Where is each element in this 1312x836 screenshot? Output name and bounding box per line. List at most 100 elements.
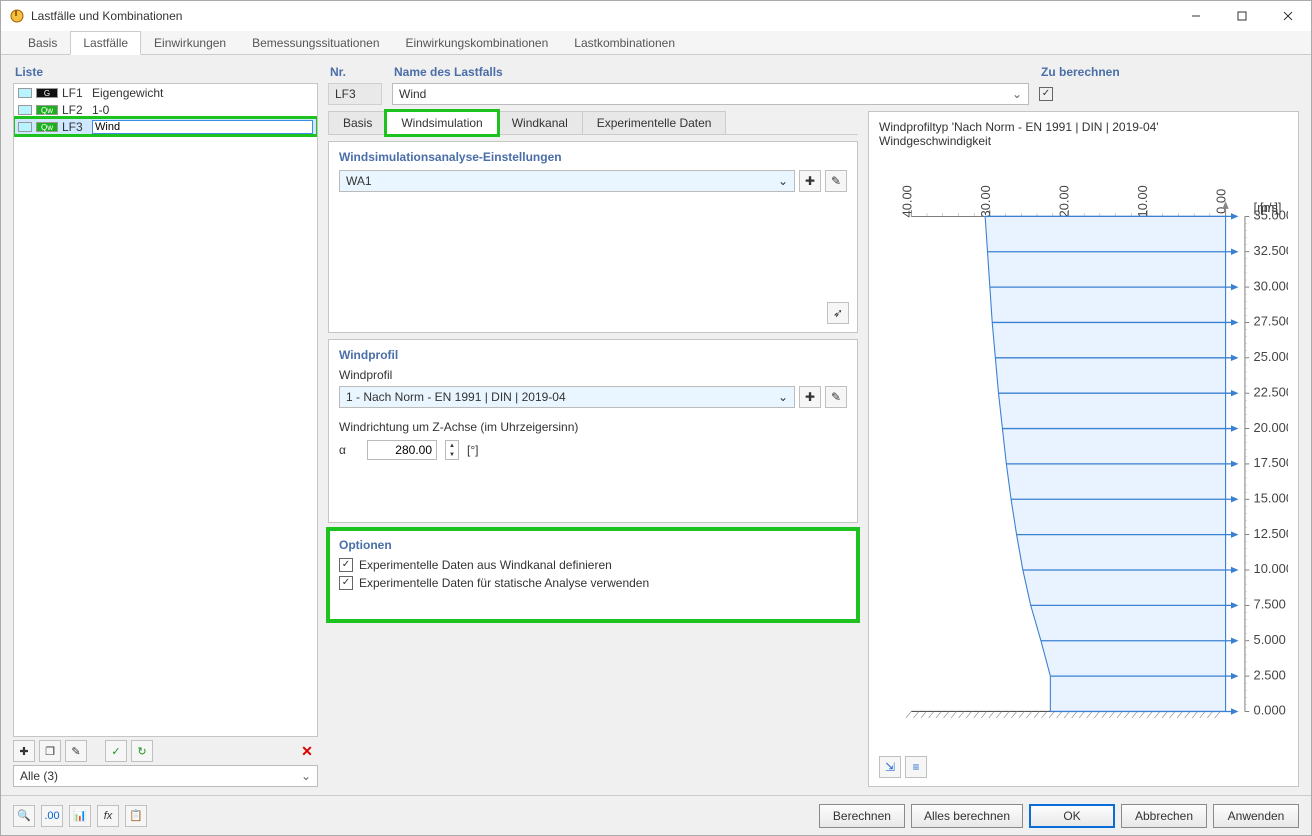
filter-value: Alle (3) [20, 769, 58, 783]
alpha-symbol: α [339, 443, 359, 457]
check-button[interactable]: ✓ [105, 740, 127, 762]
row-id: LF1 [62, 86, 88, 100]
tab-einwirkungen[interactable]: Einwirkungen [141, 31, 239, 54]
svg-text:5.000: 5.000 [1254, 632, 1286, 647]
svg-text:0.00: 0.00 [1214, 189, 1229, 214]
subtab-windsimulation[interactable]: Windsimulation [386, 111, 497, 135]
tab-basis[interactable]: Basis [15, 31, 70, 54]
units-button[interactable]: 📊 [69, 805, 91, 827]
clipboard-button[interactable]: 📋 [125, 805, 147, 827]
subtab-basis[interactable]: Basis [328, 111, 387, 134]
close-button[interactable] [1265, 1, 1311, 31]
svg-text:20.00: 20.00 [1056, 185, 1071, 217]
list-item-LF3[interactable]: QwLF3 [14, 118, 317, 135]
script-button[interactable]: fx [97, 805, 119, 827]
nr-field: LF3 [328, 83, 382, 105]
svg-text:15.000: 15.000 [1254, 491, 1288, 506]
row-name-input[interactable] [92, 120, 313, 134]
swatch-icon [18, 122, 32, 132]
svg-text:[m]: [m] [1260, 200, 1278, 215]
wind-profile-chart: 40.0030.0020.0010.000.00[m/s]35.00032.50… [879, 150, 1288, 752]
window-title: Lastfälle und Kombinationen [31, 9, 1173, 23]
category-badge: Qw [36, 122, 58, 132]
chart-export-button[interactable]: ⇲ [879, 756, 901, 778]
alpha-unit: [°] [467, 443, 478, 457]
chevron-down-icon: ⌄ [778, 174, 788, 188]
profile-combo[interactable]: 1 - Nach Norm - EN 1991 | DIN | 2019-04 … [339, 386, 795, 408]
tab-einwirkungskombinationen[interactable]: Einwirkungskombinationen [393, 31, 562, 54]
ok-button[interactable]: OK [1029, 804, 1115, 828]
profile-new-button[interactable]: ✚ [799, 386, 821, 408]
svg-text:7.500: 7.500 [1254, 597, 1286, 612]
row-name: Eigengewicht [92, 86, 163, 100]
svg-text:20.000: 20.000 [1254, 420, 1288, 435]
category-badge: G [36, 88, 58, 98]
subtab-experimentelle-daten[interactable]: Experimentelle Daten [582, 111, 727, 134]
calculate-button[interactable]: Berechnen [819, 804, 905, 828]
swatch-icon [18, 105, 32, 115]
alpha-spinner[interactable]: ▲▼ [445, 440, 459, 460]
delete-item-button[interactable]: ✕ [296, 740, 318, 762]
settings-combo[interactable]: WA1 ⌄ [339, 170, 795, 192]
options-panel: Optionen ✓ Experimentelle Daten aus Wind… [328, 529, 858, 621]
load-case-list: G LF1 Eigengewicht Qw LF2 1-0QwLF3 [13, 83, 318, 737]
cancel-button[interactable]: Abbrechen [1121, 804, 1207, 828]
option2-label: Experimentelle Daten für statische Analy… [359, 576, 649, 590]
direction-label: Windrichtung um Z-Achse (im Uhrzeigersin… [339, 420, 847, 434]
settings-new-button[interactable]: ✚ [799, 170, 821, 192]
svg-text:22.500: 22.500 [1254, 384, 1288, 399]
svg-text:27.500: 27.500 [1254, 314, 1288, 329]
list-filter-combo[interactable]: Alle (3) ⌄ [13, 765, 318, 787]
copy-item-button[interactable]: ❐ [39, 740, 61, 762]
new-item-button[interactable]: ✚ [13, 740, 35, 762]
apply-button[interactable]: Anwenden [1213, 804, 1299, 828]
app-icon [9, 8, 25, 24]
svg-text:10.000: 10.000 [1254, 561, 1288, 576]
settings-title: Windsimulationsanalyse-Einstellungen [339, 150, 847, 164]
options-title: Optionen [339, 538, 847, 552]
name-label: Name des Lastfalls [392, 63, 1029, 83]
svg-text:0.000: 0.000 [1254, 703, 1286, 718]
calc-checkbox[interactable]: ✓ [1039, 87, 1053, 101]
svg-text:2.500: 2.500 [1254, 667, 1286, 682]
profile-label: Windprofil [339, 368, 847, 382]
refresh-button[interactable]: ↻ [131, 740, 153, 762]
calc-label: Zu berechnen [1039, 63, 1299, 83]
profile-edit-button[interactable]: ✎ [825, 386, 847, 408]
list-header: Liste [13, 63, 318, 83]
row-id: LF2 [62, 103, 88, 117]
minimize-button[interactable] [1173, 1, 1219, 31]
svg-text:30.00: 30.00 [978, 185, 993, 217]
settings-edit-button[interactable]: ✎ [825, 170, 847, 192]
decimals-button[interactable]: .00 [41, 805, 63, 827]
footer: 🔍 .00 📊 fx 📋 Berechnen Alles berechnen O… [1, 795, 1311, 835]
chart-print-button[interactable]: ≡ [905, 756, 927, 778]
tab-lastkombinationen[interactable]: Lastkombinationen [561, 31, 688, 54]
svg-text:12.500: 12.500 [1254, 526, 1288, 541]
maximize-button[interactable] [1219, 1, 1265, 31]
row-name: 1-0 [92, 103, 109, 117]
subtab-windkanal[interactable]: Windkanal [497, 111, 583, 134]
calculate-all-button[interactable]: Alles berechnen [911, 804, 1023, 828]
list-item-LF2[interactable]: QwLF21-0 [14, 101, 317, 118]
swatch-icon [18, 88, 32, 98]
svg-text:25.000: 25.000 [1254, 349, 1288, 364]
list-toolbar: ✚ ❐ ✎ ✓ ↻ ✕ [13, 737, 318, 765]
option1-checkbox[interactable]: ✓ [339, 558, 353, 572]
chevron-down-icon: ⌄ [778, 390, 788, 404]
alpha-input[interactable] [367, 440, 437, 460]
tab-bemessungssituationen[interactable]: Bemessungssituationen [239, 31, 392, 54]
name-combo[interactable]: Wind ⌄ [392, 83, 1029, 105]
chevron-down-icon: ⌄ [1012, 87, 1022, 101]
list-item-LF1[interactable]: G LF1 Eigengewicht [14, 84, 317, 101]
info-button[interactable]: 🔍 [13, 805, 35, 827]
svg-text:17.500: 17.500 [1254, 455, 1288, 470]
option2-checkbox[interactable]: ✓ [339, 576, 353, 590]
nr-label: Nr. [328, 63, 382, 83]
option1-label: Experimentelle Daten aus Windkanal defin… [359, 558, 612, 572]
wind-profile-panel: Windprofil Windprofil 1 - Nach Norm - EN… [328, 339, 858, 523]
edit-item-button[interactable]: ✎ [65, 740, 87, 762]
settings-pick-button[interactable]: ➶ [827, 302, 849, 324]
sub-tabstrip: BasisWindsimulationWindkanalExperimentel… [328, 111, 858, 135]
tab-lastfälle[interactable]: Lastfälle [70, 31, 141, 55]
